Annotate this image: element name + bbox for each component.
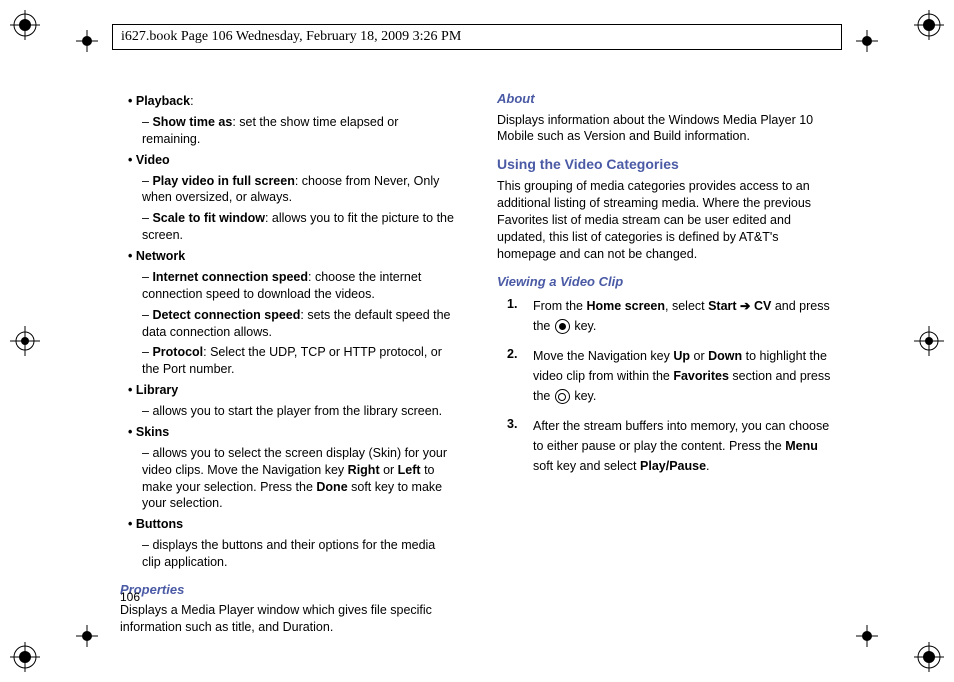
- inet-label: Internet connection speed: [152, 270, 308, 284]
- playback-heading: Playback: [136, 94, 190, 108]
- detect-label: Detect connection speed: [152, 308, 300, 322]
- video-heading: Video: [136, 153, 170, 167]
- registration-mark-mid-left: [10, 326, 40, 356]
- registration-mark-mid-right: [914, 326, 944, 356]
- crop-mark-top-right: [856, 30, 878, 57]
- buttons-desc: displays the buttons and their options f…: [142, 538, 435, 569]
- properties-title: Properties: [120, 581, 457, 599]
- viewing-clip-title: Viewing a Video Clip: [497, 273, 834, 291]
- using-video-body: This grouping of media categories provid…: [497, 178, 834, 262]
- skins-heading: Skins: [136, 425, 169, 439]
- step-2: 2. Move the Navigation key Up or Down to…: [497, 346, 834, 406]
- registration-mark-top-left: [10, 10, 40, 40]
- registration-mark-bottom-left: [10, 642, 40, 672]
- registration-mark-top-right: [914, 10, 944, 40]
- scale-label: Scale to fit window: [152, 211, 265, 225]
- registration-mark-bottom-right: [914, 642, 944, 672]
- crop-mark-bottom-right: [856, 625, 878, 652]
- print-header: i627.book Page 106 Wednesday, February 1…: [112, 24, 842, 50]
- library-heading: Library: [136, 383, 178, 397]
- step-3: 3. After the stream buffers into memory,…: [497, 416, 834, 476]
- using-video-title: Using the Video Categories: [497, 155, 834, 174]
- page-number: 106: [120, 590, 140, 604]
- library-desc: allows you to start the player from the …: [152, 404, 442, 418]
- network-heading: Network: [136, 249, 185, 263]
- protocol-label: Protocol: [152, 345, 203, 359]
- right-column: About Displays information about the Win…: [497, 90, 834, 612]
- play-full-label: Play video in full screen: [152, 174, 294, 188]
- crop-mark-top-left: [76, 30, 98, 57]
- step-1: 1. From the Home screen, select Start ➔ …: [497, 296, 834, 336]
- ok-key-icon: [555, 319, 570, 334]
- nav-key-icon: [555, 389, 570, 404]
- show-time-label: Show time as: [152, 115, 232, 129]
- buttons-heading: Buttons: [136, 517, 183, 531]
- skins-desc: allows you to select the screen display …: [142, 445, 457, 513]
- properties-body: Displays a Media Player window which giv…: [120, 602, 457, 636]
- crop-mark-bottom-left: [76, 625, 98, 652]
- about-body: Displays information about the Windows M…: [497, 112, 834, 146]
- about-title: About: [497, 90, 834, 108]
- page-body: Playback: Show time as: set the show tim…: [120, 90, 834, 612]
- steps-list: 1. From the Home screen, select Start ➔ …: [497, 296, 834, 476]
- left-column: Playback: Show time as: set the show tim…: [120, 90, 457, 612]
